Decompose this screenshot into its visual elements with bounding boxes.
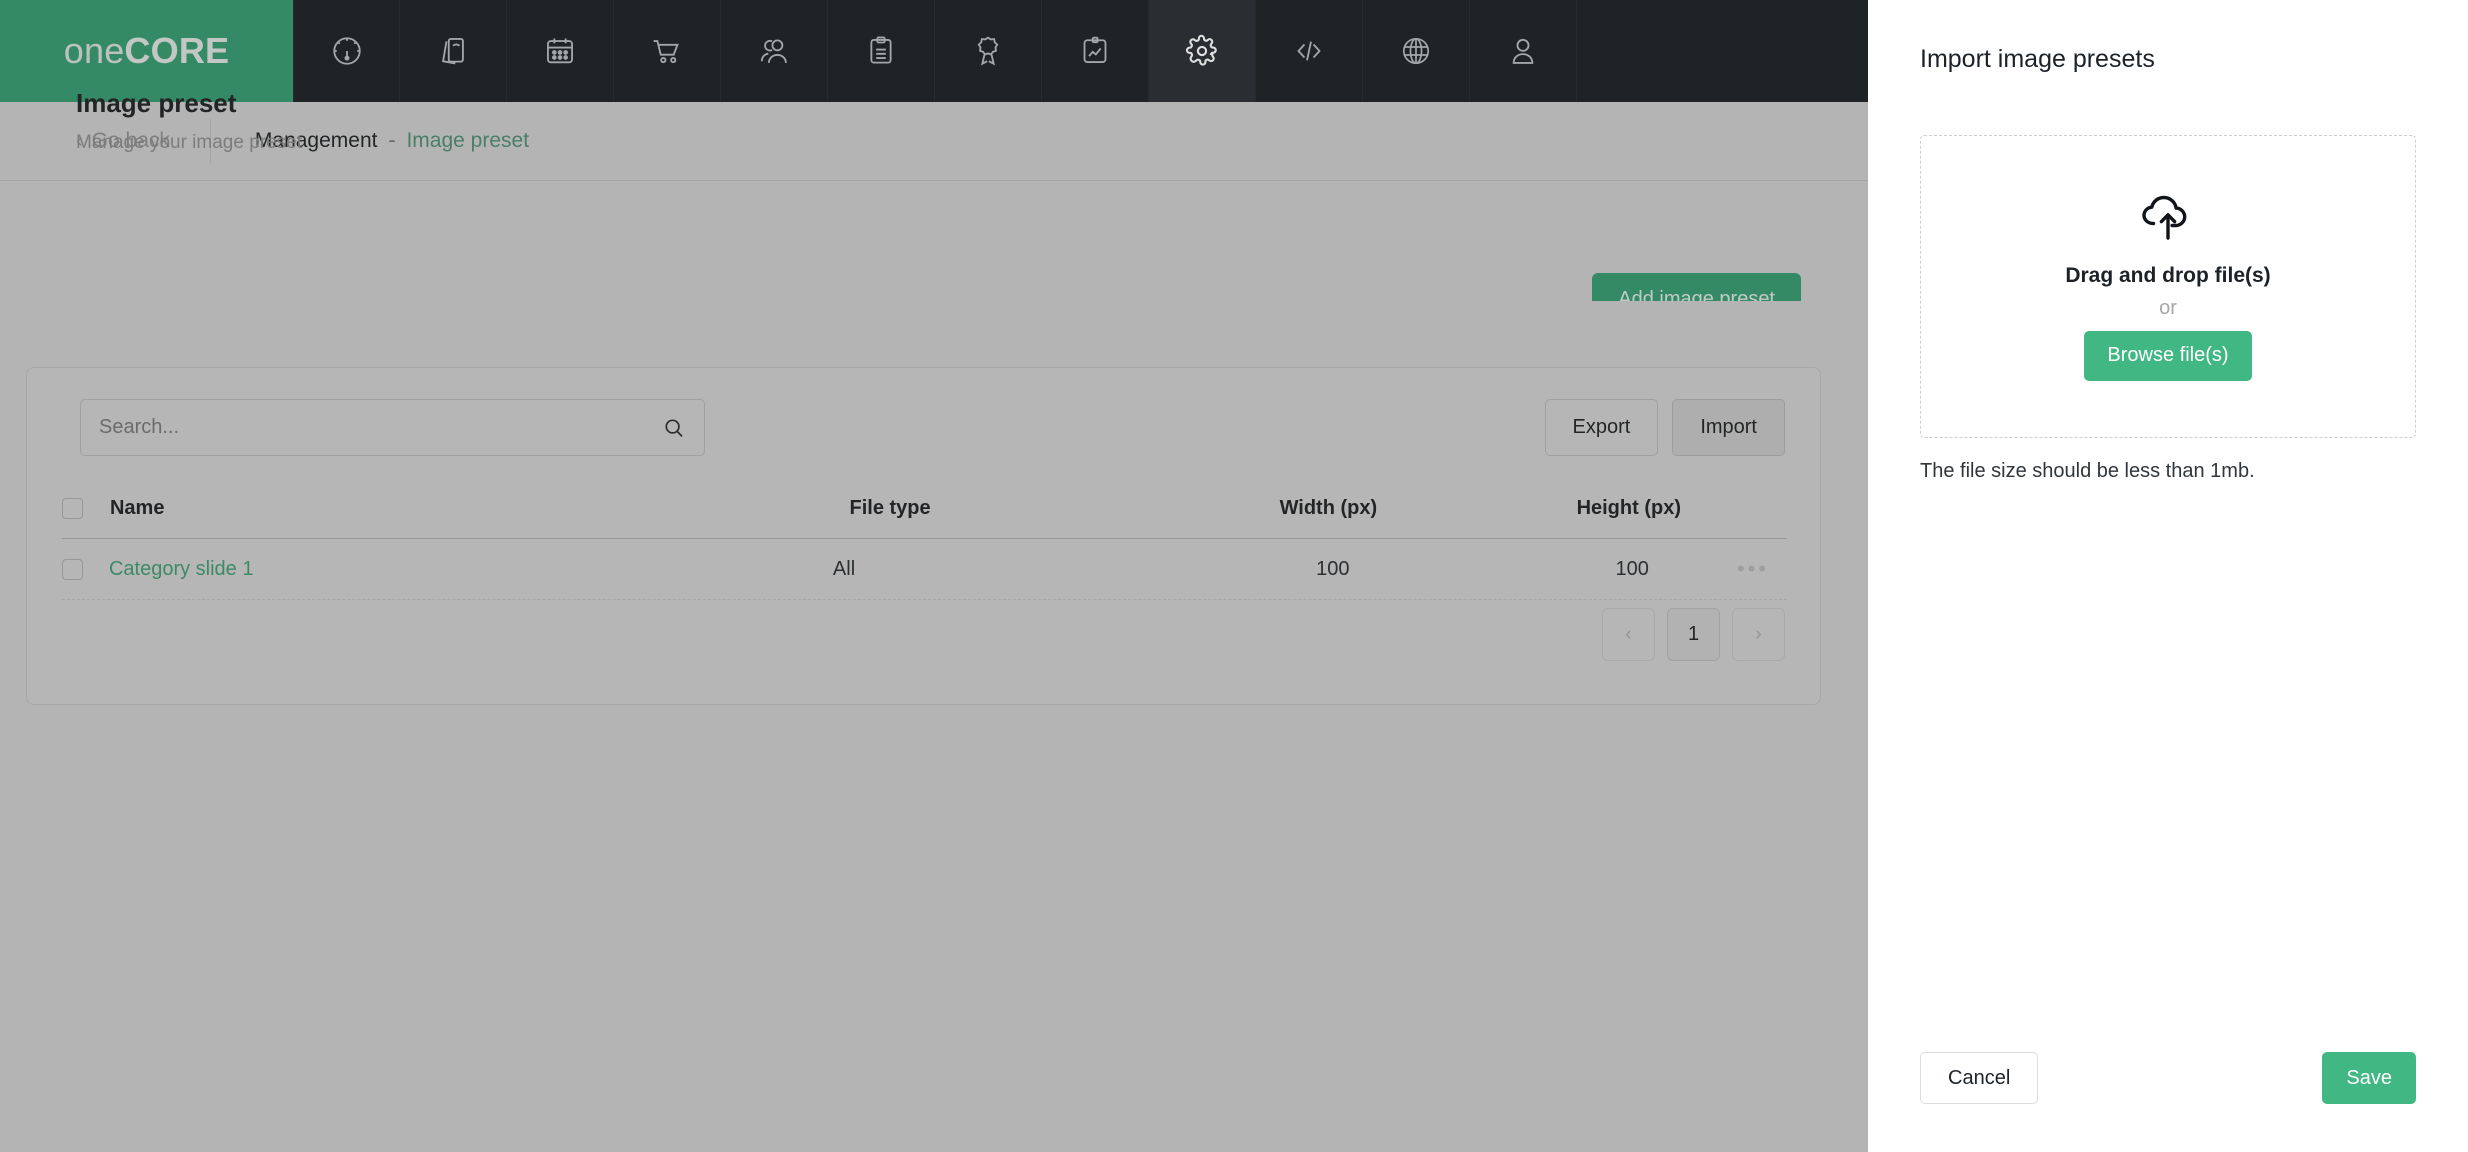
drawer-footer: Cancel Save — [1868, 1014, 2468, 1152]
browse-files-button[interactable]: Browse file(s) — [2084, 330, 2252, 381]
main-app-area: oneCORE ‹ Go back Management - Image pre… — [0, 0, 1868, 1152]
dropzone-title: Drag and drop file(s) — [2065, 263, 2271, 287]
dropzone-or-label: or — [2159, 296, 2177, 319]
modal-backdrop[interactable] — [0, 0, 1868, 1152]
application-root: oneCORE ‹ Go back Management - Image pre… — [0, 0, 2468, 1152]
drawer-title: Import image presets — [1920, 45, 2155, 73]
file-dropzone[interactable]: Drag and drop file(s) or Browse file(s) — [1920, 135, 2416, 438]
file-size-note: The file size should be less than 1mb. — [1920, 460, 2255, 482]
save-button[interactable]: Save — [2322, 1052, 2416, 1104]
cloud-upload-icon — [2136, 193, 2200, 248]
cancel-button[interactable]: Cancel — [1920, 1052, 2039, 1104]
import-image-presets-drawer: Import image presets Drag and drop file(… — [1868, 0, 2468, 1152]
